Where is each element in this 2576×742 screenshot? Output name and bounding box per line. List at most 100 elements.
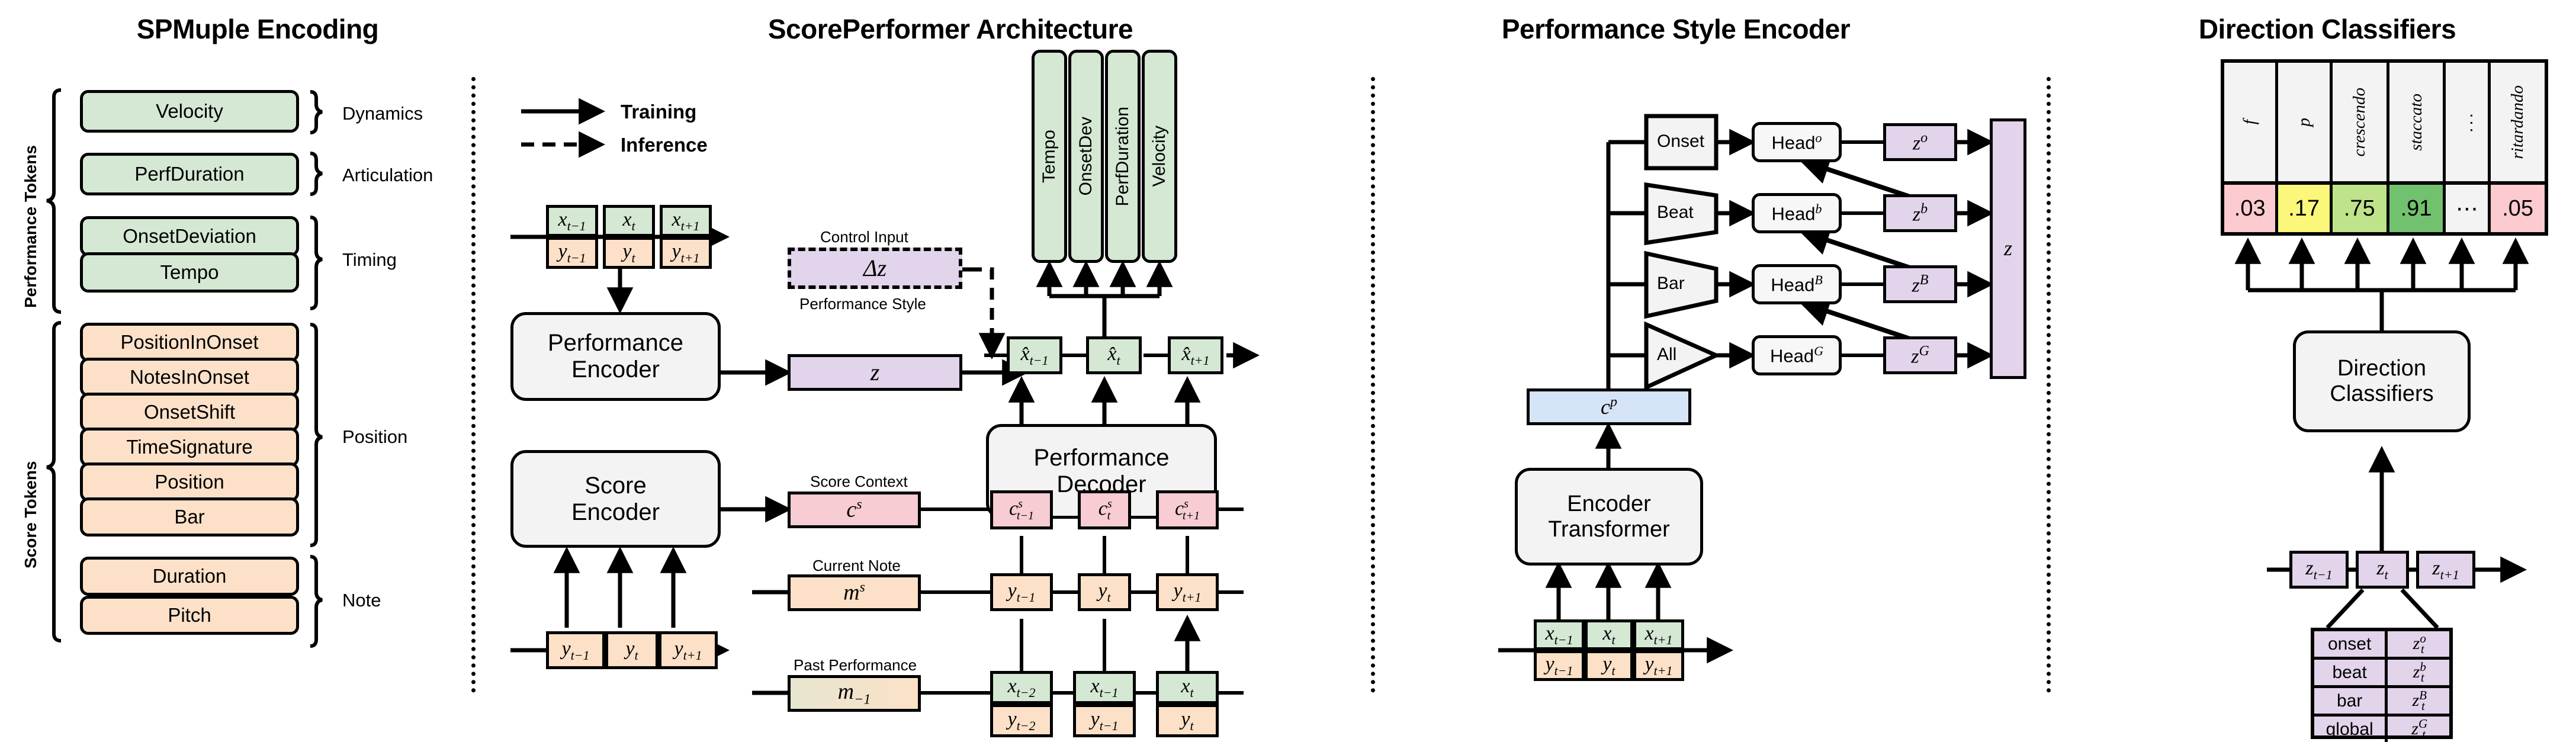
output-token-velocity[interactable]: Velocity <box>1142 50 1177 263</box>
latent-token-z-t[interactable]: zt <box>2356 551 2409 589</box>
note-token-y-t+1[interactable]: yt+1 <box>1156 573 1219 611</box>
score-context-token-t+1[interactable]: cst+1 <box>1156 490 1219 529</box>
style-input-y-t-1[interactable]: yt−1 <box>1534 650 1585 681</box>
latent-z-onset[interactable]: zo <box>1883 123 1957 161</box>
input-token-x-t[interactable]: xt <box>603 205 655 237</box>
output-token-onsetdev[interactable]: OnsetDev <box>1068 50 1104 263</box>
style-input-x-t+1[interactable]: xt+1 <box>1633 619 1684 650</box>
input-token-x-t-1[interactable]: xt−1 <box>546 205 598 237</box>
past-token-y-t-2[interactable]: yt−2 <box>990 704 1053 737</box>
token-duration[interactable]: Duration <box>80 557 299 596</box>
token-pitch[interactable]: Pitch <box>80 596 299 635</box>
table-row[interactable]: global zGt <box>2314 717 2449 742</box>
past-token-y-t[interactable]: yt <box>1156 704 1219 737</box>
input-token-y-t-1[interactable]: yt−1 <box>546 237 598 269</box>
token-label: Position <box>155 470 224 493</box>
module-score-encoder[interactable]: Score Encoder <box>510 450 721 548</box>
score-context-cs[interactable]: cs <box>788 492 921 528</box>
token-timesignature[interactable]: TimeSignature <box>80 428 299 467</box>
module-line-2: Classifiers <box>2330 381 2434 406</box>
module-performance-encoder[interactable]: Performance Encoder <box>510 312 721 401</box>
table-row[interactable]: beat zbt <box>2314 660 2449 688</box>
category-label-note: Note <box>342 590 381 611</box>
direction-header-label: ... <box>2456 111 2477 133</box>
style-input-y-t+1[interactable]: yt+1 <box>1633 650 1684 681</box>
style-input-x-t-1[interactable]: xt−1 <box>1534 619 1585 650</box>
past-token-x-t-2[interactable]: xt−2 <box>990 671 1053 704</box>
table-column[interactable]: p .17 <box>2278 63 2333 232</box>
past-token-x-t-1[interactable]: xt−1 <box>1073 671 1136 704</box>
latent-z-global[interactable]: zG <box>1883 336 1957 374</box>
control-input-delta-z[interactable]: Δz <box>788 248 962 289</box>
aggregate-latent-z[interactable]: z <box>1990 118 2026 379</box>
head-bar[interactable]: HeadB <box>1752 264 1842 304</box>
token-text: yt−1 <box>558 240 586 265</box>
table-column[interactable]: staccato .91 <box>2389 63 2446 232</box>
table-row[interactable]: onset zot <box>2314 631 2449 660</box>
token-label: PerfDuration <box>134 162 245 185</box>
performance-context-cp[interactable]: cp <box>1527 388 1691 425</box>
score-input-y-t-1[interactable]: yt−1 <box>546 631 605 669</box>
module-direction-classifiers[interactable]: Direction Classifiers <box>2293 330 2471 432</box>
token-notesinonset[interactable]: NotesInOnset <box>80 358 299 397</box>
token-velocity[interactable]: Velocity <box>80 90 299 133</box>
score-context-token-t[interactable]: cst <box>1078 490 1131 529</box>
style-input-x-t[interactable]: xt <box>1585 619 1633 650</box>
latent-token-z-t-1[interactable]: zt−1 <box>2289 551 2349 589</box>
module-line-1: Performance <box>1033 445 1170 471</box>
token-text: xt+1 <box>1644 622 1673 647</box>
token-text: zt−1 <box>2305 557 2333 582</box>
score-input-y-t[interactable]: yt <box>605 631 659 669</box>
style-input-y-t[interactable]: yt <box>1585 650 1633 681</box>
token-label: TimeSignature <box>126 435 253 458</box>
token-text: yt+1 <box>672 240 700 265</box>
past-performance-m-1[interactable]: m−1 <box>788 675 921 712</box>
output-token-label: Velocity <box>1149 126 1170 187</box>
input-token-x-t+1[interactable]: xt+1 <box>660 205 712 237</box>
token-perfduration[interactable]: PerfDuration <box>80 153 299 195</box>
past-performance-label: Past Performance <box>794 656 917 674</box>
token-positioninonset[interactable]: PositionInOnset <box>80 323 299 362</box>
token-tempo[interactable]: Tempo <box>80 252 299 293</box>
token-bar[interactable]: Bar <box>80 497 299 537</box>
head-global[interactable]: HeadG <box>1752 335 1842 375</box>
token-onsetdeviation[interactable]: OnsetDeviation <box>80 216 299 256</box>
output-xhat-t-1[interactable]: x̂t−1 <box>1007 336 1062 374</box>
table-column[interactable]: crescendo .75 <box>2332 63 2389 232</box>
panel-performance-style-encoder: Performance Style Encoder Onset Beat Bar… <box>1374 0 2051 741</box>
current-note-ms[interactable]: ms <box>788 574 921 611</box>
table-row[interactable]: bar zBt <box>2314 688 2449 717</box>
note-token-y-t-1[interactable]: yt−1 <box>990 573 1053 611</box>
direction-value: ⋯ <box>2455 196 2478 221</box>
input-token-y-t+1[interactable]: yt+1 <box>660 237 712 269</box>
token-text: xt <box>1602 622 1615 647</box>
output-token-tempo[interactable]: Tempo <box>1032 50 1067 263</box>
pool-label-onset: Onset <box>1657 131 1705 151</box>
head-onset[interactable]: Heado <box>1752 122 1842 162</box>
token-position[interactable]: Position <box>80 462 299 502</box>
category-label-dynamics: Dynamics <box>342 103 423 124</box>
output-token-perfduration[interactable]: PerfDuration <box>1105 50 1141 263</box>
token-onsetshift[interactable]: OnsetShift <box>80 393 299 432</box>
output-xhat-t+1[interactable]: x̂t+1 <box>1168 336 1223 374</box>
table-column[interactable]: ritardando .05 <box>2491 63 2545 232</box>
head-text: Heado <box>1771 130 1822 153</box>
output-xhat-t[interactable]: x̂t <box>1086 336 1142 374</box>
token-label: OnsetDeviation <box>123 224 256 247</box>
note-token-y-t[interactable]: yt <box>1078 573 1131 611</box>
performance-style-z[interactable]: z <box>788 354 962 391</box>
head-text: HeadG <box>1770 343 1823 367</box>
score-input-y-t+1[interactable]: yt+1 <box>659 631 718 669</box>
head-beat[interactable]: Headb <box>1752 193 1842 233</box>
token-label: Bar <box>174 505 205 528</box>
score-context-token-t-1[interactable]: cst−1 <box>990 490 1053 529</box>
past-token-x-t[interactable]: xt <box>1156 671 1219 704</box>
latent-z-bar[interactable]: zB <box>1883 265 1957 303</box>
past-token-y-t-1[interactable]: yt−1 <box>1073 704 1136 737</box>
module-encoder-transformer[interactable]: Encoder Transformer <box>1515 468 1703 566</box>
latent-text: zB <box>1912 272 1929 296</box>
latent-z-beat[interactable]: zb <box>1883 194 1957 232</box>
input-token-y-t[interactable]: yt <box>603 237 655 269</box>
table-column[interactable]: f .03 <box>2224 63 2279 232</box>
latent-token-z-t+1[interactable]: zt+1 <box>2416 551 2475 589</box>
